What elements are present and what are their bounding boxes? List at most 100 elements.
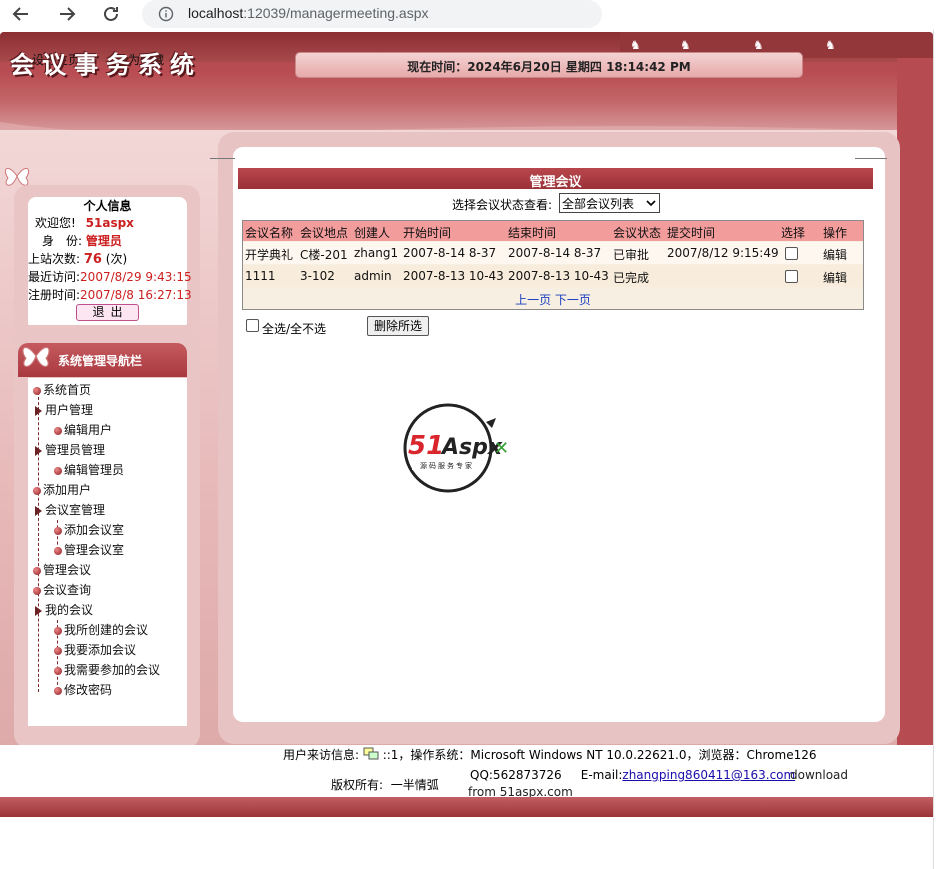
- column-header: 操作: [823, 226, 848, 240]
- nav-item-meeting-search[interactable]: 会议查询: [33, 581, 91, 598]
- login-count-line: 上站次数: 76 (次): [28, 250, 127, 267]
- qq: QQ:562873726: [470, 768, 562, 782]
- register-label: 注册时间:: [28, 288, 81, 302]
- bottom-bar: [0, 797, 933, 817]
- cell-creator: admin: [354, 269, 392, 283]
- expand-arrow-icon: [35, 445, 42, 456]
- svg-text:✕: ✕: [494, 438, 509, 459]
- prev-page-link[interactable]: 上一页: [515, 293, 551, 307]
- role-value: 管理员: [85, 234, 122, 248]
- nav-item-edit-admin[interactable]: 编辑管理员: [54, 461, 124, 478]
- right-decor-band: [897, 58, 933, 748]
- expand-arrow-icon: [35, 605, 42, 616]
- current-time: 现在时间：2024年6月20日 星期四 18:14:42 PM: [407, 60, 691, 74]
- column-header: 提交时间: [667, 226, 716, 240]
- cell-start: 2007-8-13 10-43: [403, 269, 504, 283]
- login-count-label: 上站次数:: [28, 252, 81, 266]
- cell-end: 2007-8-13 10-43: [508, 269, 609, 283]
- cell-status: 已完成: [613, 271, 650, 285]
- cell-place: 3-102: [300, 269, 335, 283]
- nav-item-add-room[interactable]: 添加会议室: [54, 521, 124, 538]
- cell-name: 1111: [245, 269, 276, 283]
- cell-name: 开学典礼: [245, 248, 294, 262]
- cell-start: 2007-8-14 8-37: [403, 246, 497, 260]
- bullet-icon: [54, 666, 62, 675]
- nav-item-user-management[interactable]: 用户管理: [35, 401, 93, 418]
- row-checkbox[interactable]: [785, 247, 798, 260]
- url-text: localhost:12039/managermeeting.aspx: [188, 5, 429, 21]
- last-visit-value: 2007/8/29 9:43:15: [80, 270, 192, 284]
- browser-toolbar: localhost:12039/managermeeting.aspx: [0, 0, 945, 30]
- svg-text:51: 51: [408, 431, 444, 461]
- email-label: E-mail:: [580, 768, 623, 782]
- copyright: 版权所有: 一半情弧: [331, 778, 439, 792]
- nav-item-edit-user[interactable]: 编辑用户: [54, 421, 112, 438]
- nav-title: 系统管理导航栏: [58, 354, 143, 368]
- row-checkbox[interactable]: [785, 270, 798, 283]
- scrollbar[interactable]: [933, 30, 945, 869]
- clock-bar: 现在时间：2024年6月20日 星期四 18:14:42 PM: [295, 52, 803, 78]
- expand-arrow-icon: [35, 405, 42, 416]
- cell-submitted: 2007/8/12 9:15:49: [667, 246, 779, 260]
- meeting-status-select[interactable]: 全部会议列表: [559, 193, 660, 213]
- svg-text:源码服务专家: 源码服务专家: [420, 461, 474, 470]
- bullet-icon: [54, 426, 62, 435]
- divider: [210, 158, 235, 159]
- welcome-line: 欢迎您! 51aspx: [35, 214, 134, 231]
- bullet-icon: [54, 646, 62, 655]
- back-arrow-icon[interactable]: [8, 2, 34, 26]
- nav-item-manage-meeting[interactable]: 管理会议: [33, 561, 91, 578]
- cell-creator: zhang1: [354, 246, 399, 260]
- welcome-label: 欢迎您!: [35, 216, 76, 230]
- column-header: 开始时间: [403, 226, 452, 240]
- deer-icon: ♞: [630, 38, 641, 52]
- edit-link[interactable]: 编辑: [823, 246, 847, 263]
- site-info-icon[interactable]: [158, 6, 174, 22]
- 51aspx-logo: 51 Aspx ✕ 源码服务专家: [386, 402, 514, 494]
- header-wave-decoration: [0, 122, 933, 132]
- nav-item-manage-room[interactable]: 管理会议室: [54, 541, 124, 558]
- column-header: 会议状态: [613, 226, 662, 240]
- system-title: 会议事务系统: [10, 50, 202, 79]
- next-page-link[interactable]: 下一页: [555, 293, 591, 307]
- reload-icon[interactable]: [98, 2, 124, 26]
- edit-link[interactable]: 编辑: [823, 269, 847, 286]
- nav-item-change-password[interactable]: 修改密码: [54, 681, 112, 698]
- bullet-icon: [54, 686, 62, 695]
- register-line: 注册时间:2007/8/8 16:27:13: [28, 286, 192, 303]
- delete-selected-button[interactable]: 删除所选: [367, 316, 429, 336]
- select-all-checkbox[interactable]: [246, 319, 259, 332]
- column-header: 会议地点: [300, 226, 349, 240]
- role-line: 身 份: 管理员: [42, 232, 122, 249]
- logout-button[interactable]: 退出: [76, 304, 139, 321]
- visitor-detail: ::1，操作系统：Microsoft Windows NT 10.0.22621…: [382, 748, 817, 762]
- nav-item-home[interactable]: 系统首页: [33, 381, 91, 398]
- bullet-icon: [54, 526, 62, 535]
- nav-item-my-meetings[interactable]: 我的会议: [35, 601, 93, 618]
- nav-item-add-user[interactable]: 添加用户: [33, 481, 91, 498]
- nav-item-add-meeting[interactable]: 我要添加会议: [54, 641, 136, 658]
- cell-place: C楼-201: [300, 248, 348, 262]
- email-link[interactable]: zhangping860411@163.com: [622, 768, 795, 782]
- last-visit-line: 最近访问:2007/8/29 9:43:15: [28, 268, 192, 285]
- login-count-unit: (次): [105, 252, 128, 266]
- page-title: 管理会议: [529, 175, 582, 190]
- bullet-icon: [54, 546, 62, 555]
- chevron-down-icon: [646, 197, 656, 211]
- cell-end: 2007-8-14 8-37: [508, 246, 602, 260]
- pager: 上一页 下一页: [243, 291, 863, 308]
- login-count: 76: [83, 252, 102, 267]
- nav-item-my-created[interactable]: 我所创建的会议: [54, 621, 148, 638]
- bullet-icon: [54, 626, 62, 635]
- forward-arrow-icon[interactable]: [54, 2, 80, 26]
- select-all-label[interactable]: 全选/全不选: [262, 320, 326, 337]
- nav-item-admin-management[interactable]: 管理员管理: [35, 441, 105, 458]
- expand-arrow-icon: [35, 505, 42, 516]
- last-visit-label: 最近访问:: [28, 270, 81, 284]
- nav-item-room-management[interactable]: 会议室管理: [35, 501, 105, 518]
- user-info-title: 个人信息: [83, 199, 132, 213]
- cell-status: 已审批: [613, 248, 650, 262]
- bullet-icon: [54, 466, 62, 475]
- deer-icon: ♞: [680, 38, 691, 52]
- nav-item-my-attending[interactable]: 我需要参加的会议: [54, 661, 160, 678]
